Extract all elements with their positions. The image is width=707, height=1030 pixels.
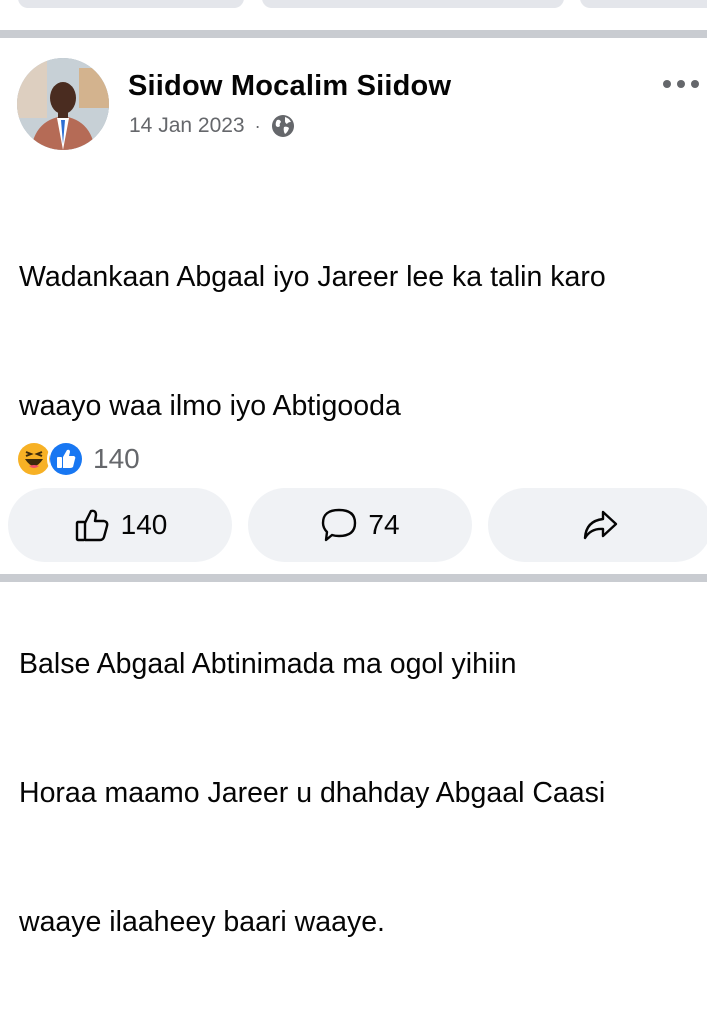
post-text-line: Horaa maamo Jareer u dhahday Abgaal Caas… bbox=[19, 777, 606, 809]
thumbs-up-icon bbox=[75, 509, 109, 542]
globe-icon bbox=[271, 115, 294, 137]
reaction-count: 140 bbox=[93, 443, 140, 474]
reaction-summary[interactable]: 140 bbox=[15, 440, 140, 478]
previous-action-button[interactable] bbox=[262, 0, 564, 8]
meta-separator: · bbox=[254, 115, 261, 136]
previous-action-button[interactable] bbox=[18, 0, 244, 8]
post-meta: 14 Jan 2023 · bbox=[129, 114, 295, 138]
like-reaction-icon bbox=[47, 440, 85, 478]
post-text-line: waayo waa ilmo iyo Abtigooda bbox=[19, 390, 401, 422]
comment-icon bbox=[322, 508, 357, 542]
post-divider bbox=[0, 574, 707, 582]
post-body: Wadankaan Abgaal iyo Jareer lee ka talin… bbox=[19, 170, 699, 1030]
post-card: Siidow Mocalim Siidow 14 Jan 2023 · Wada… bbox=[0, 38, 707, 938]
share-icon bbox=[583, 510, 618, 540]
like-button[interactable]: 140 bbox=[8, 488, 232, 562]
comment-button[interactable]: 74 bbox=[248, 488, 472, 562]
share-button[interactable] bbox=[488, 488, 707, 562]
post-text-line: Wadankaan Abgaal iyo Jareer lee ka talin… bbox=[19, 261, 606, 293]
author-name[interactable]: Siidow Mocalim Siidow bbox=[128, 70, 451, 103]
like-count: 140 bbox=[120, 509, 168, 540]
comment-count: 74 bbox=[368, 509, 400, 540]
avatar[interactable] bbox=[17, 58, 109, 150]
post-divider bbox=[0, 30, 707, 38]
post-text-line: waaye ilaaheey baari waaye. bbox=[19, 906, 385, 938]
post-date[interactable]: 14 Jan 2023 bbox=[129, 114, 245, 138]
more-options-icon[interactable] bbox=[661, 74, 701, 94]
post-text-line: Balse Abgaal Abtinimada ma ogol yihiin bbox=[19, 648, 517, 680]
previous-post-actions bbox=[0, 0, 707, 32]
previous-action-button[interactable] bbox=[580, 0, 707, 8]
